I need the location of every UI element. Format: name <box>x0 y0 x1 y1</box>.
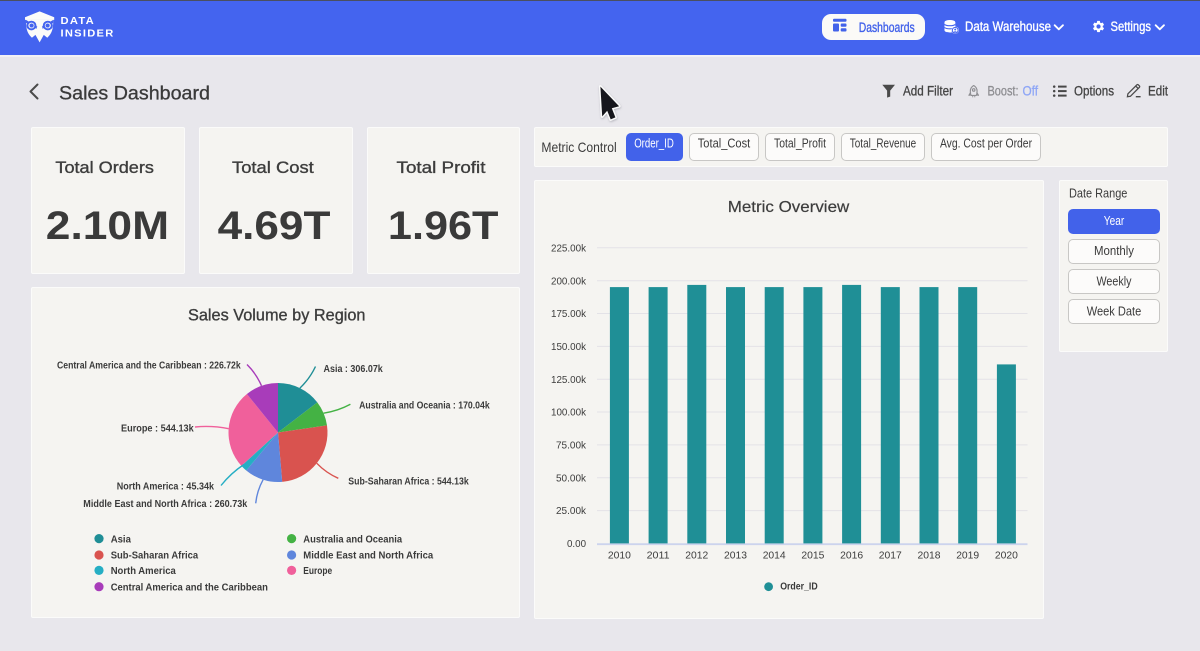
svg-text:Asia: Asia <box>111 533 131 545</box>
svg-text:Europe: Europe <box>303 565 332 577</box>
svg-text:2.10M: 2.10M <box>46 204 169 248</box>
svg-text:Order_ID: Order_ID <box>780 582 818 593</box>
svg-text:Settings: Settings <box>1111 19 1152 34</box>
svg-text:2019: 2019 <box>956 550 979 562</box>
svg-text:50.00k: 50.00k <box>556 472 587 484</box>
svg-text:Sub-Saharan Africa : 544.13k: Sub-Saharan Africa : 544.13k <box>348 476 469 487</box>
svg-text:INSIDER: INSIDER <box>61 27 115 39</box>
svg-text:Europe : 544.13k: Europe : 544.13k <box>121 424 194 435</box>
svg-text:200.00k: 200.00k <box>551 275 587 287</box>
svg-text:2011: 2011 <box>647 550 670 562</box>
svg-text:Add Filter: Add Filter <box>903 84 953 99</box>
svg-text:Dashboards: Dashboards <box>859 20 915 35</box>
svg-text:100.00k: 100.00k <box>551 407 587 419</box>
svg-text:Central America and the Caribb: Central America and the Caribbean : 226.… <box>57 361 241 372</box>
svg-text:Sales Dashboard: Sales Dashboard <box>59 82 210 104</box>
svg-text:Weekly: Weekly <box>1097 275 1133 289</box>
svg-text:150.00k: 150.00k <box>551 341 587 353</box>
svg-text:2020: 2020 <box>995 550 1018 562</box>
svg-text:1.96T: 1.96T <box>388 204 499 248</box>
svg-text:Week Date: Week Date <box>1087 305 1142 319</box>
svg-text:Boost:: Boost: <box>988 84 1019 99</box>
svg-text:North America: North America <box>111 565 176 577</box>
svg-text:Total_Revenue: Total_Revenue <box>850 137 916 151</box>
svg-text:Data Warehouse: Data Warehouse <box>965 19 1051 34</box>
svg-text:75.00k: 75.00k <box>556 439 587 451</box>
svg-text:2013: 2013 <box>724 550 747 562</box>
svg-text:North America : 45.34k: North America : 45.34k <box>117 481 215 492</box>
svg-text:Date Range: Date Range <box>1069 186 1127 201</box>
svg-text:Off: Off <box>1023 84 1039 99</box>
svg-text:DATA: DATA <box>61 15 96 27</box>
svg-text:25.00k: 25.00k <box>556 505 587 517</box>
svg-text:Monthly: Monthly <box>1094 244 1135 258</box>
svg-text:2015: 2015 <box>801 550 824 562</box>
svg-text:225.00k: 225.00k <box>551 242 587 254</box>
svg-text:2010: 2010 <box>608 550 631 562</box>
svg-text:2014: 2014 <box>763 550 786 562</box>
svg-text:Metric Control: Metric Control <box>541 139 616 155</box>
svg-text:2012: 2012 <box>685 550 708 562</box>
svg-text:4.69T: 4.69T <box>218 204 331 248</box>
svg-text:Total Cost: Total Cost <box>232 158 314 177</box>
svg-text:Middle East and North Africa: Middle East and North Africa <box>303 550 433 562</box>
svg-text:0.00: 0.00 <box>567 538 586 550</box>
svg-text:Central America and the Caribb: Central America and the Caribbean <box>111 581 268 593</box>
svg-text:Metric Overview: Metric Overview <box>728 199 850 216</box>
svg-text:2016: 2016 <box>840 550 863 562</box>
svg-text:175.00k: 175.00k <box>551 308 587 320</box>
svg-text:2018: 2018 <box>918 550 941 562</box>
svg-text:Order_ID: Order_ID <box>634 137 674 151</box>
svg-text:Sub-Saharan Africa: Sub-Saharan Africa <box>111 550 199 562</box>
svg-text:Asia : 306.07k: Asia : 306.07k <box>324 364 384 375</box>
svg-text:125.00k: 125.00k <box>551 374 587 386</box>
svg-text:Total Profit: Total Profit <box>397 158 486 177</box>
svg-text:Australia and Oceania : 170.04: Australia and Oceania : 170.04k <box>359 400 490 411</box>
svg-text:Avg. Cost per Order: Avg. Cost per Order <box>940 137 1032 151</box>
svg-text:Total_Cost: Total_Cost <box>698 137 751 151</box>
svg-text:Middle East and North Africa :: Middle East and North Africa : 260.73k <box>83 499 247 510</box>
svg-text:Total_Profit: Total_Profit <box>774 137 826 151</box>
svg-text:Edit: Edit <box>1148 84 1168 99</box>
svg-text:Year: Year <box>1104 214 1125 228</box>
svg-text:Options: Options <box>1074 84 1114 99</box>
svg-text:2017: 2017 <box>879 550 902 562</box>
svg-text:Total Orders: Total Orders <box>55 158 154 177</box>
svg-text:Australia and Oceania: Australia and Oceania <box>303 533 402 545</box>
svg-text:Sales Volume by Region: Sales Volume by Region <box>188 305 366 324</box>
